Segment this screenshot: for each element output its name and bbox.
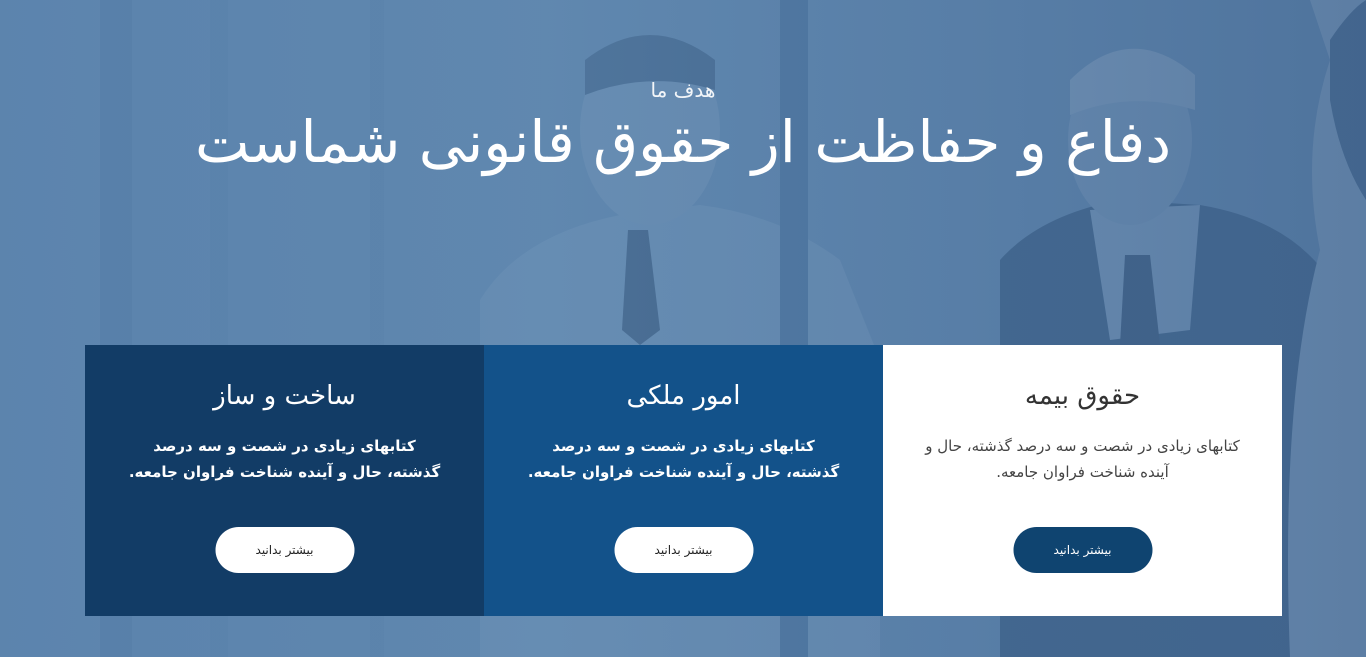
learn-more-button[interactable]: بیشتر بدانید [215,527,354,573]
card-description: کتابهای زیادی در شصت و سه درصد گذشته، حا… [128,437,441,481]
service-card-real-estate: امور ملکی کتابهای زیادی در شصت و سه درصد… [484,345,883,616]
card-title: امور ملکی [626,381,741,411]
services-cards: ساخت و ساز کتابهای زیادی در شصت و سه درص… [85,345,1282,616]
learn-more-button[interactable]: بیشتر بدانید [1013,527,1152,573]
learn-more-button[interactable]: بیشتر بدانید [614,527,753,573]
card-title: حقوق بیمه [1024,381,1141,411]
hero-title: دفاع و حفاظت از حقوق قانونی شماست [194,108,1172,176]
card-title: ساخت و ساز [213,381,356,411]
card-description: کتابهای زیادی در شصت و سه درصد گذشته، حا… [527,437,840,481]
hero-heading-block: هدف ما دفاع و حفاظت از حقوق قانونی شماست [0,78,1366,178]
hero-section: هدف ما دفاع و حفاظت از حقوق قانونی شماست… [0,0,1366,657]
hero-subtitle: هدف ما [650,78,716,102]
service-card-construction: ساخت و ساز کتابهای زیادی در شصت و سه درص… [85,345,484,616]
service-card-insurance-law: حقوق بیمه کتابهای زیادی در شصت و سه درصد… [883,345,1282,616]
card-description: کتابهای زیادی در شصت و سه درصد گذشته، حا… [925,437,1240,481]
